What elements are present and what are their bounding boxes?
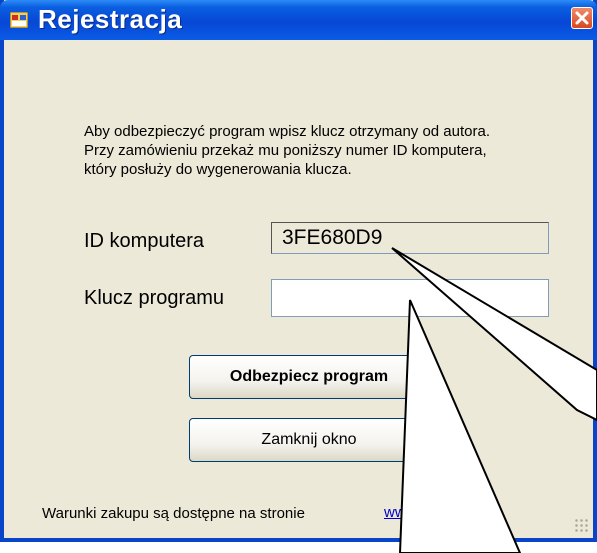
annotation-callouts [391,247,597,553]
